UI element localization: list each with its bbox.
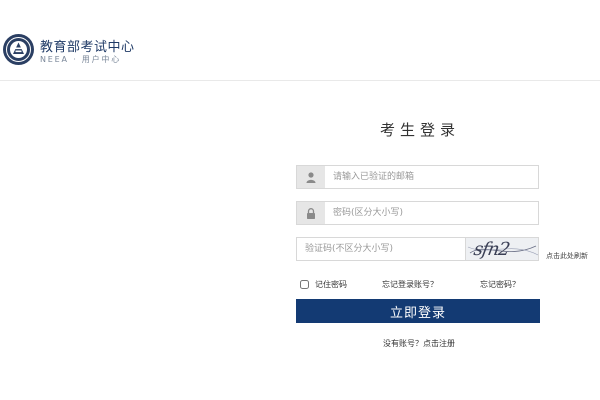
captcha-image[interactable]: sfn2 <box>465 237 539 261</box>
remember-password[interactable]: 记住密码 <box>300 279 347 290</box>
refresh-captcha-link[interactable]: 点击此处刷新 <box>546 251 588 261</box>
email-field <box>296 165 539 189</box>
site-header: 教育部考试中心 NEEA · 用户中心 <box>0 0 600 81</box>
remember-checkbox[interactable] <box>300 280 309 289</box>
site-title: 教育部考试中心 <box>40 40 135 55</box>
user-icon <box>297 166 325 188</box>
site-subtitle: NEEA · 用户中心 <box>40 55 121 64</box>
remember-label: 记住密码 <box>315 280 347 289</box>
login-button[interactable]: 立即登录 <box>296 299 540 323</box>
neea-logo-icon <box>2 33 35 66</box>
password-input[interactable] <box>333 202 533 224</box>
lock-icon <box>297 202 325 224</box>
login-title: 考生登录 <box>380 121 461 139</box>
forgot-account-link[interactable]: 忘记登录账号？ <box>382 279 438 290</box>
register-link[interactable]: 没有账号？点击注册 <box>383 338 455 349</box>
password-field <box>296 201 539 225</box>
email-input[interactable] <box>333 166 533 188</box>
captcha-input[interactable] <box>305 238 460 260</box>
captcha-field <box>296 237 466 261</box>
forgot-password-link[interactable]: 忘记密码？ <box>480 279 520 290</box>
captcha-text: sfn2 <box>472 239 511 260</box>
